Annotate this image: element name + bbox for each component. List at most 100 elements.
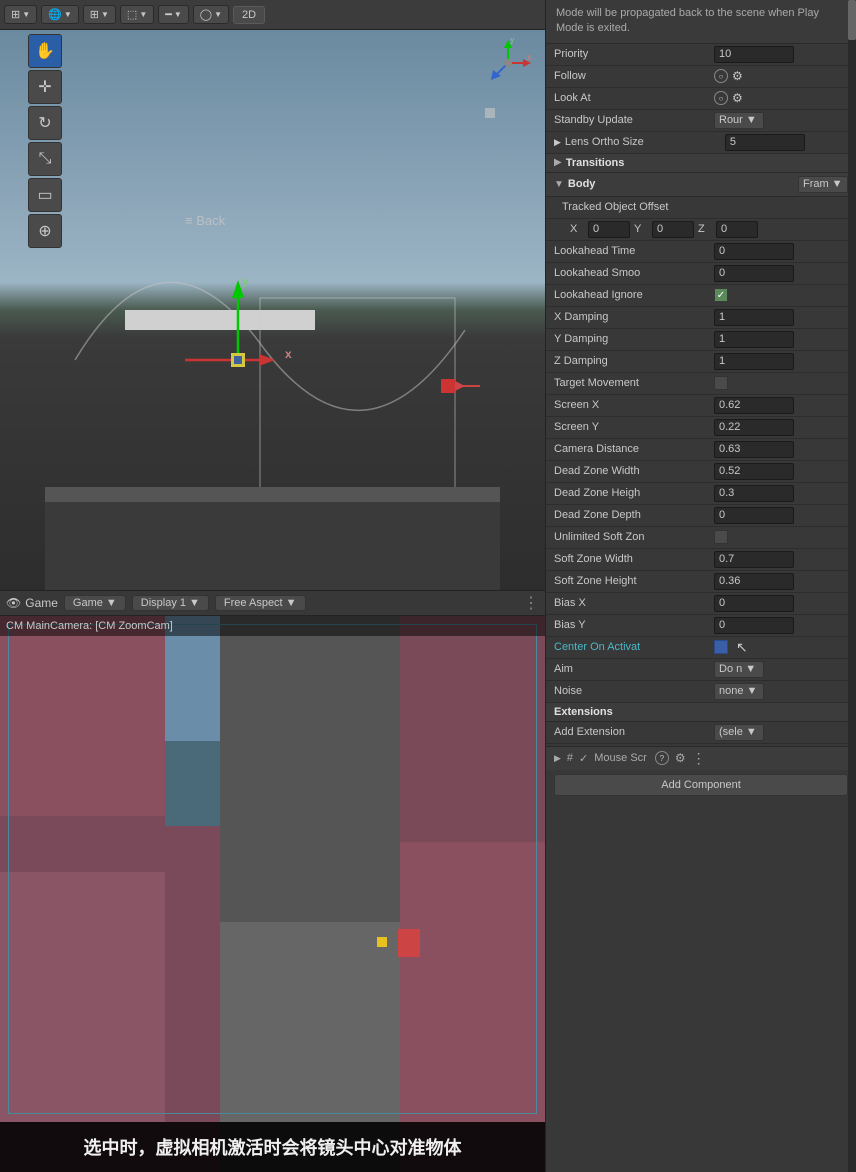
mouse-scr-label: Mouse Scr <box>594 752 647 764</box>
lookahead-smooth-input[interactable] <box>714 265 794 282</box>
z-damping-input[interactable] <box>714 353 794 370</box>
screen-x-input[interactable] <box>714 397 794 414</box>
aim-row: Aim Do n ▼ <box>546 659 856 681</box>
inspector-scrollbar-thumb[interactable] <box>848 0 856 40</box>
cursor-icon: ↖ <box>736 639 748 656</box>
x-damping-row: X Damping <box>546 307 856 329</box>
add-extension-row: Add Extension (sele ▼ <box>546 722 856 744</box>
camera-distance-input[interactable] <box>714 441 794 458</box>
svg-text:≡ Back: ≡ Back <box>185 213 226 228</box>
transitions-section-header[interactable]: ▶ Transitions <box>546 154 856 173</box>
aspect-dropdown-btn[interactable]: Free Aspect ▼ <box>215 595 306 611</box>
z-label: Z <box>698 223 712 235</box>
look-at-label: Look At <box>554 92 714 104</box>
body-label: Body <box>568 178 596 190</box>
globe-dropdown-arrow: ▼ <box>64 10 72 19</box>
dead-zone-width-input[interactable] <box>714 463 794 480</box>
bias-y-input[interactable] <box>714 617 794 634</box>
lens-ortho-input[interactable] <box>725 134 805 151</box>
game-more-menu-btn[interactable]: ⋮ <box>523 593 539 613</box>
noise-row: Noise none ▼ <box>546 681 856 703</box>
z-offset-input[interactable] <box>716 221 758 238</box>
z-damping-label: Z Damping <box>554 355 714 367</box>
bottom-text-banner: 选中时，虚拟相机激活时会将镜头中心对准物体 <box>0 1122 545 1172</box>
y-damping-row: Y Damping <box>546 329 856 351</box>
standby-update-dropdown[interactable]: Rour ▼ <box>714 112 764 129</box>
check-icon: ✓ <box>579 752 588 765</box>
look-at-gear-icon[interactable]: ⚙ <box>732 91 743 105</box>
help-icon[interactable]: ? <box>655 751 669 765</box>
expand-arrow-lens[interactable]: ▶ <box>554 137 561 148</box>
follow-value: ○ ⚙ <box>714 69 848 83</box>
add-component-btn[interactable]: Add Component <box>554 774 848 796</box>
bias-y-row: Bias Y <box>546 615 856 637</box>
body-section-header[interactable]: ▼ Body Fram ▼ <box>546 173 856 197</box>
follow-circle-icon[interactable]: ○ <box>714 69 728 83</box>
soft-zone-width-input[interactable] <box>714 551 794 568</box>
dead-zone-height-label: Dead Zone Heigh <box>554 487 714 499</box>
light-btn[interactable]: ◯ ▼ <box>193 5 229 24</box>
aim-dropdown[interactable]: Do n ▼ <box>714 661 764 678</box>
bias-x-input[interactable] <box>714 595 794 612</box>
game-dropdown-btn[interactable]: Game ▼ <box>64 595 126 611</box>
globe-btn[interactable]: 🌐 ▼ <box>41 5 79 24</box>
y-damping-input[interactable] <box>714 331 794 348</box>
lookahead-ignore-checkbox[interactable] <box>714 288 728 302</box>
inspector-scrollbar[interactable] <box>848 0 856 1172</box>
bias-x-label: Bias X <box>554 597 714 609</box>
extensions-label: Extensions <box>554 706 613 718</box>
settings-icon[interactable]: ⚙ <box>675 751 686 765</box>
bottom-text-content: 选中时，虚拟相机激活时会将镜头中心对准物体 <box>84 1134 462 1160</box>
dots-icon[interactable]: ⋮ <box>692 750 706 767</box>
ruler-icon: ━ <box>165 8 172 21</box>
soft-zone-height-input[interactable] <box>714 573 794 590</box>
noise-chevron: ▼ <box>746 685 757 697</box>
svg-text:y: y <box>510 38 515 44</box>
expand-arrow-component[interactable]: ▶ <box>554 753 561 764</box>
aim-chevron: ▼ <box>745 663 756 675</box>
look-at-row: Look At ○ ⚙ <box>546 88 856 110</box>
bias-x-row: Bias X <box>546 593 856 615</box>
grid2-btn[interactable]: ⬚ ▼ <box>120 5 154 24</box>
game-chevron-icon: ▼ <box>106 597 117 609</box>
unlimited-soft-zone-checkbox[interactable] <box>714 530 728 544</box>
add-extension-dropdown[interactable]: (sele ▼ <box>714 724 764 741</box>
ruler-btn[interactable]: ━ ▼ <box>158 5 189 24</box>
y-offset-input[interactable] <box>652 221 694 238</box>
scene-view-btn[interactable]: ⊞ ▼ <box>4 5 37 24</box>
screen-y-input[interactable] <box>714 419 794 436</box>
add-extension-label: Add Extension <box>554 726 714 738</box>
noise-label: Noise <box>554 685 714 697</box>
follow-label: Follow <box>554 70 714 82</box>
y-damping-label: Y Damping <box>554 333 714 345</box>
priority-input[interactable] <box>714 46 794 63</box>
2d-toggle-btn[interactable]: 2D <box>233 6 265 24</box>
priority-label: Priority <box>554 48 714 60</box>
dead-zone-height-input[interactable] <box>714 485 794 502</box>
inspector-content: Mode will be propagated back to the scen… <box>546 0 856 1172</box>
priority-value <box>714 46 848 63</box>
left-panel: ⊞ ▼ 🌐 ▼ ⊞ ▼ ⬚ ▼ ━ ▼ ◯ ▼ 2D ✋ <box>0 0 545 1172</box>
noise-dropdown-text: none <box>719 685 743 697</box>
center-on-activation-checkbox[interactable] <box>714 640 728 654</box>
target-movement-checkbox[interactable] <box>714 376 728 390</box>
svg-text:y: y <box>242 274 249 288</box>
follow-gear-icon[interactable]: ⚙ <box>732 69 743 83</box>
look-at-circle-icon[interactable]: ○ <box>714 91 728 105</box>
yellow-dot <box>377 937 387 947</box>
x-offset-input[interactable] <box>588 221 630 238</box>
cm-camera-label: CM MainCamera: [CM ZoomCam] <box>6 620 173 632</box>
target-movement-label: Target Movement <box>554 377 714 389</box>
lookahead-time-input[interactable] <box>714 243 794 260</box>
lens-ortho-row: ▶ Lens Ortho Size <box>546 132 856 154</box>
x-damping-input[interactable] <box>714 309 794 326</box>
dead-zone-depth-input[interactable] <box>714 507 794 524</box>
body-type-dropdown[interactable]: Fram ▼ <box>798 176 848 193</box>
camera-boundary-rect <box>8 624 537 1114</box>
display-dropdown-btn[interactable]: Display 1 ▼ <box>132 595 209 611</box>
noise-dropdown[interactable]: none ▼ <box>714 683 764 700</box>
grid-btn[interactable]: ⊞ ▼ <box>83 5 116 24</box>
game-view: 👁 Game Game ▼ Display 1 ▼ Free Aspect ▼ … <box>0 590 545 1172</box>
game-label: Game <box>73 597 103 609</box>
lookahead-smooth-label: Lookahead Smoo <box>554 267 714 279</box>
